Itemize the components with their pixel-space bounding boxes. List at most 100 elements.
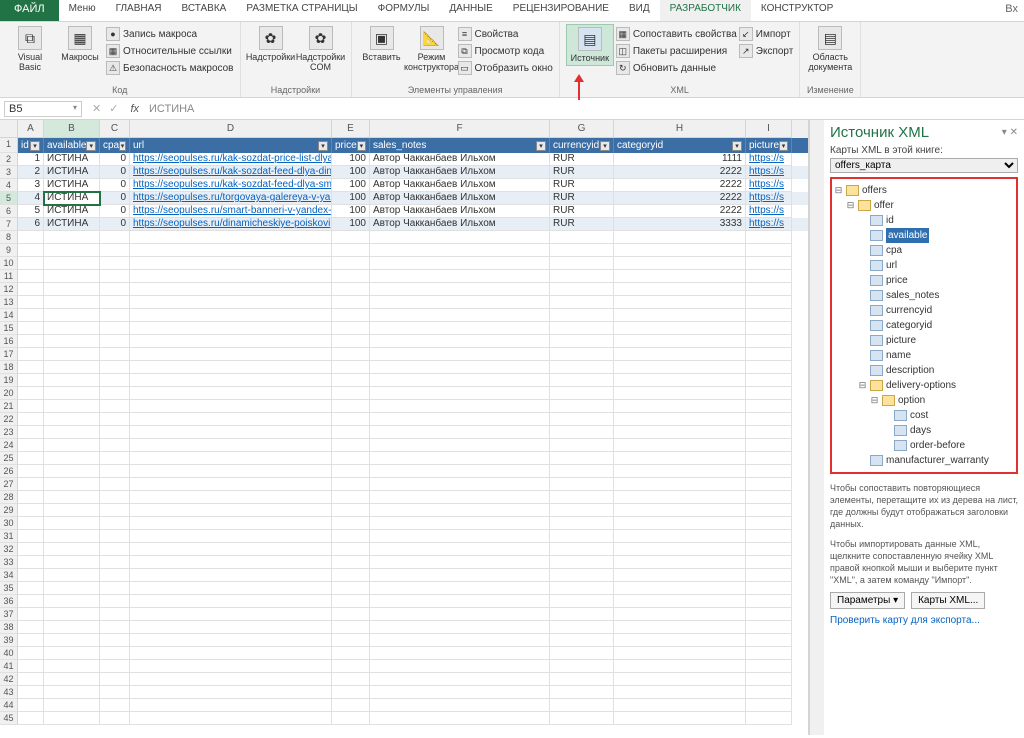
cell[interactable] <box>746 335 792 348</box>
cell[interactable] <box>746 634 792 647</box>
cell[interactable]: 4 <box>18 192 44 205</box>
cell[interactable] <box>44 530 100 543</box>
cell[interactable] <box>550 660 614 673</box>
cell[interactable]: 0 <box>100 192 130 205</box>
cell[interactable] <box>18 686 44 699</box>
cell[interactable] <box>100 634 130 647</box>
cell[interactable] <box>370 530 550 543</box>
cell[interactable] <box>44 634 100 647</box>
worksheet[interactable]: ABCDEFGHI 1id▾available▾cpa▾url▾price▾sa… <box>0 120 809 735</box>
formula-value[interactable]: ИСТИНА <box>145 103 198 115</box>
row-header[interactable]: 45 <box>0 712 18 725</box>
tree-node-sales_notes[interactable]: sales_notes <box>834 288 1014 303</box>
col-header-F[interactable]: F <box>370 120 550 138</box>
cell[interactable] <box>18 621 44 634</box>
cell[interactable] <box>550 686 614 699</box>
table-header-available[interactable]: available▾ <box>44 138 100 153</box>
record-macro-button[interactable]: ●Запись макроса <box>106 26 234 42</box>
row-header[interactable]: 2 <box>0 153 18 166</box>
cell[interactable] <box>44 400 100 413</box>
cell[interactable] <box>370 647 550 660</box>
cell[interactable] <box>130 465 332 478</box>
tree-node-offers[interactable]: ⊟offers <box>834 183 1014 198</box>
filter-icon[interactable]: ▾ <box>119 141 126 151</box>
cell[interactable] <box>44 348 100 361</box>
cell[interactable] <box>332 439 370 452</box>
cell[interactable] <box>550 712 614 725</box>
cell[interactable]: RUR <box>550 166 614 179</box>
cell[interactable] <box>130 478 332 491</box>
cell[interactable] <box>44 452 100 465</box>
cell[interactable] <box>746 569 792 582</box>
row-header[interactable]: 29 <box>0 504 18 517</box>
cell[interactable] <box>18 231 44 244</box>
cell[interactable] <box>332 673 370 686</box>
tree-node-days[interactable]: days <box>834 423 1014 438</box>
cell[interactable] <box>746 673 792 686</box>
row-header[interactable]: 18 <box>0 361 18 374</box>
row-header[interactable]: 37 <box>0 608 18 621</box>
show-window-button[interactable]: ▭Отобразить окно <box>458 60 553 76</box>
cell[interactable] <box>746 426 792 439</box>
cell[interactable] <box>550 309 614 322</box>
row-header[interactable]: 43 <box>0 686 18 699</box>
relative-refs-button[interactable]: ▦Относительные ссылки <box>106 43 234 59</box>
cell[interactable] <box>18 400 44 413</box>
cell[interactable] <box>18 660 44 673</box>
cell[interactable] <box>100 270 130 283</box>
row-header[interactable]: 23 <box>0 426 18 439</box>
cell[interactable] <box>18 608 44 621</box>
cell[interactable] <box>332 530 370 543</box>
cell[interactable] <box>370 582 550 595</box>
cell[interactable] <box>18 257 44 270</box>
cell[interactable] <box>130 621 332 634</box>
cell[interactable] <box>614 491 746 504</box>
cell[interactable] <box>44 647 100 660</box>
cell[interactable] <box>550 257 614 270</box>
row-header[interactable]: 25 <box>0 452 18 465</box>
cell[interactable] <box>44 673 100 686</box>
table-header-url[interactable]: url▾ <box>130 138 332 153</box>
row-header[interactable]: 26 <box>0 465 18 478</box>
cell[interactable] <box>100 244 130 257</box>
cell[interactable]: ИСТИНА <box>44 218 100 231</box>
cell[interactable] <box>44 335 100 348</box>
cell[interactable] <box>100 491 130 504</box>
cell[interactable] <box>130 634 332 647</box>
cell[interactable] <box>746 556 792 569</box>
cell[interactable] <box>100 582 130 595</box>
cell[interactable] <box>370 556 550 569</box>
cell[interactable]: ИСТИНА <box>44 166 100 179</box>
view-code-button[interactable]: ⧉Просмотр кода <box>458 43 553 59</box>
cell[interactable] <box>130 530 332 543</box>
row-header[interactable]: 17 <box>0 348 18 361</box>
cell[interactable] <box>130 699 332 712</box>
row-header[interactable]: 9 <box>0 244 18 257</box>
row-header[interactable]: 1 <box>0 138 18 153</box>
cell[interactable] <box>332 374 370 387</box>
cell[interactable] <box>614 283 746 296</box>
cell[interactable] <box>130 543 332 556</box>
params-button[interactable]: Параметры ▾ <box>830 592 905 609</box>
verify-map-link[interactable]: Проверить карту для экспорта... <box>830 615 1018 626</box>
cell[interactable] <box>550 621 614 634</box>
tree-node-manufacturer_warranty[interactable]: manufacturer_warranty <box>834 453 1014 468</box>
cell[interactable] <box>614 426 746 439</box>
cell[interactable] <box>746 244 792 257</box>
cell[interactable] <box>550 543 614 556</box>
table-header-categoryid[interactable]: categoryid▾ <box>614 138 746 153</box>
cell[interactable] <box>332 699 370 712</box>
cell[interactable] <box>130 686 332 699</box>
cell[interactable] <box>130 361 332 374</box>
cell[interactable] <box>130 517 332 530</box>
cell[interactable]: RUR <box>550 192 614 205</box>
row-header[interactable]: 12 <box>0 283 18 296</box>
cell[interactable] <box>18 335 44 348</box>
cell[interactable] <box>370 361 550 374</box>
cell[interactable] <box>18 296 44 309</box>
refresh-data-button[interactable]: ↻Обновить данные <box>616 60 737 76</box>
cell[interactable] <box>370 608 550 621</box>
cell[interactable] <box>550 582 614 595</box>
cell[interactable]: https://seopulses.ru/kak-sozdat-feed-dly… <box>130 166 332 179</box>
cell[interactable]: 100 <box>332 218 370 231</box>
